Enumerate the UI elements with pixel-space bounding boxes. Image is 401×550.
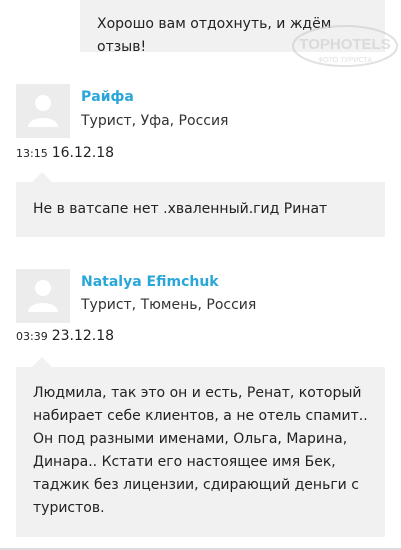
comment-text: Не в ватсапе нет .хваленный.гид Ринат (33, 201, 328, 217)
comment-author[interactable]: Райфа (81, 89, 134, 105)
watermark-line1: TOPHOTELS (299, 36, 390, 53)
comment-time: 03:39 (16, 330, 48, 343)
user-placeholder-icon (28, 95, 58, 127)
avatar[interactable] (16, 269, 70, 323)
comment-timestamp: 13:15 16.12.18 (16, 142, 114, 161)
bubble-arrow (32, 357, 52, 367)
tophotels-watermark-logo: TOPHOTELS ФОТО ТУРИСТА (292, 25, 398, 67)
user-placeholder-icon (28, 280, 58, 312)
comment-author-meta: Турист, Тюмень, Россия (81, 297, 257, 313)
avatar[interactable] (16, 84, 70, 138)
comment-bubble: Людмила, так это он и есть, Ренат, котор… (16, 367, 385, 537)
watermark-line2: ФОТО ТУРИСТА (318, 57, 372, 64)
comment-date: 16.12.18 (51, 145, 115, 161)
comment-bubble: Не в ватсапе нет .хваленный.гид Ринат (16, 182, 385, 237)
comment-author-meta: Турист, Уфа, Россия (81, 113, 229, 129)
comment-time: 13:15 (16, 147, 48, 160)
comment-author[interactable]: Natalya Efimchuk (81, 274, 219, 290)
comment-text: Людмила, так это он и есть, Ренат, котор… (33, 385, 368, 516)
comment-timestamp: 03:39 23.12.18 (16, 325, 114, 344)
comment-date: 23.12.18 (51, 328, 115, 344)
bubble-arrow (32, 172, 52, 182)
